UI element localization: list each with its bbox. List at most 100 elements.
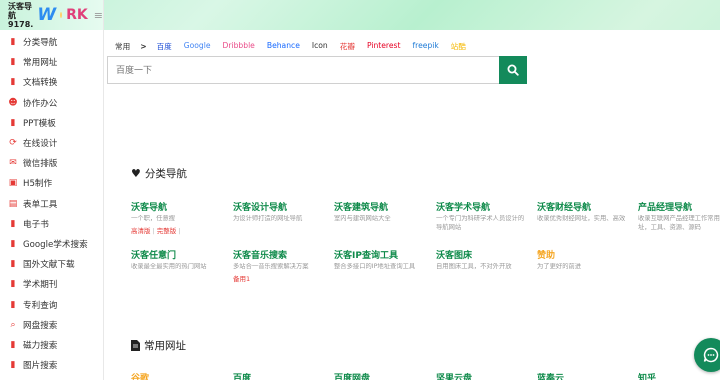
card-tag-link[interactable]: 备用1 bbox=[233, 275, 250, 283]
chat-icon bbox=[703, 347, 719, 363]
ebook-icon: ▮ bbox=[10, 218, 16, 229]
card-tags: 备用1 bbox=[233, 273, 325, 283]
card-description: 收录最全最实用的热门网站 bbox=[131, 263, 207, 270]
sidebar-item-label: Google学术搜索 bbox=[23, 239, 88, 250]
sidebar-item[interactable]: ▮ 专利查询 bbox=[0, 294, 103, 314]
sidebar-item-label: H5制作 bbox=[23, 179, 53, 190]
sidebar-item-label: 网盘搜索 bbox=[23, 320, 58, 331]
card-description: 整合多接口的IP地址查询工具 bbox=[334, 263, 416, 270]
category-card[interactable]: 沃客导航 一个职，任意搜 高清版 | 完整版 | bbox=[131, 200, 223, 235]
common-link[interactable]: 百度网盘 bbox=[334, 371, 370, 380]
sidebar-item[interactable]: ▮ PPT模板 bbox=[0, 113, 103, 133]
card-title[interactable]: 沃客图床 bbox=[436, 248, 528, 261]
sidebar-item[interactable]: ⌕ 网盘搜索 bbox=[0, 315, 103, 335]
tag-separator: | bbox=[178, 227, 181, 235]
search-tab[interactable]: 百度 bbox=[157, 41, 172, 52]
card-title[interactable]: 沃客导航 bbox=[131, 200, 223, 213]
journal-icon: ▮ bbox=[10, 279, 16, 290]
logo-w: W bbox=[37, 5, 57, 25]
card-title[interactable]: 沃客设计导航 bbox=[233, 200, 325, 213]
sidebar-item[interactable]: ▮ 学术期刊 bbox=[0, 274, 103, 294]
section-title-text: 常用网址 bbox=[144, 340, 186, 352]
sidebar-item[interactable]: ▮ 磁力搜索 bbox=[0, 335, 103, 355]
category-card[interactable]: 沃客图床自用图床工具，不对外开放 bbox=[436, 248, 528, 280]
search-input[interactable] bbox=[107, 56, 499, 84]
sidebar-item[interactable]: ✉ 微信排版 bbox=[0, 153, 103, 173]
chat-button[interactable] bbox=[694, 338, 720, 372]
menu-icon[interactable]: ≡ bbox=[94, 9, 103, 22]
card-description: 一个职，任意搜 bbox=[131, 215, 176, 222]
card-title[interactable]: 沃客财经导航 bbox=[537, 200, 629, 213]
heart-icon: ♥ bbox=[131, 167, 141, 180]
card-tags: 高清版 | 完整版 | bbox=[131, 225, 223, 235]
book-icon: ▮ bbox=[10, 238, 16, 249]
card-description: 为设计师打造的网址导航 bbox=[233, 215, 303, 222]
sidebar-item[interactable]: ▮ 常用网址 bbox=[0, 52, 103, 72]
search-icon bbox=[507, 64, 519, 76]
sidebar-item-label: 专利查询 bbox=[23, 300, 58, 311]
search-tab[interactable]: Dribbble bbox=[223, 41, 255, 52]
common-link[interactable]: 百度 bbox=[233, 371, 251, 380]
sidebar-item-label: 分类导航 bbox=[23, 38, 58, 49]
search-tabs: 常用 > 百度 Google Dribbble Behance Icon 花瓣 Pinter… bbox=[115, 41, 478, 52]
category-card[interactable]: 产品经理导航 收录互联网产品经理工作常用网址，工具、资源、源码 bbox=[638, 200, 720, 232]
logo-dot-icon bbox=[60, 12, 63, 18]
search-tab[interactable]: Google bbox=[184, 41, 211, 52]
card-description: 自用图床工具，不对外开放 bbox=[436, 263, 512, 270]
sidebar-item[interactable]: ▮ Google学术搜索 bbox=[0, 234, 103, 254]
section-title-text: 分类导航 bbox=[144, 168, 187, 180]
section-title-links: 常用网址 bbox=[131, 338, 186, 353]
search-tab[interactable]: 花瓣 bbox=[340, 41, 355, 52]
category-card[interactable]: 沃客任意门收录最全最实用的热门网站 bbox=[131, 248, 223, 280]
card-title[interactable]: 沃客音乐搜索 bbox=[233, 248, 325, 261]
common-link[interactable]: 蓝奏云 bbox=[537, 371, 564, 380]
sidebar-item[interactable]: ▮ 分类导航 bbox=[0, 32, 103, 52]
category-card[interactable]: 沃客IP查询工具整合多接口的IP地址查询工具 bbox=[334, 248, 426, 280]
users-icon: ☻ bbox=[8, 97, 18, 108]
search-tab[interactable]: freepik bbox=[412, 41, 438, 52]
image-icon: ▮ bbox=[10, 360, 16, 371]
sidebar-item[interactable]: ▣ H5制作 bbox=[0, 173, 103, 193]
sidebar-item[interactable]: ▤ 表单工具 bbox=[0, 194, 103, 214]
common-link[interactable]: 知乎 bbox=[638, 371, 656, 380]
search-tab[interactable]: Icon bbox=[312, 41, 328, 52]
download-icon: ▮ bbox=[10, 259, 16, 270]
card-tag-link[interactable]: 高清版 bbox=[131, 227, 151, 235]
logo[interactable]: 沃客导航 9178. W RK ≡ bbox=[0, 0, 103, 30]
card-title[interactable]: 赞助 bbox=[537, 248, 629, 261]
sidebar-item[interactable]: ☻ 协作办公 bbox=[0, 93, 103, 113]
card-title[interactable]: 沃客学术导航 bbox=[436, 200, 528, 213]
category-card[interactable]: 沃客音乐搜索 多站合一音乐搜索解决方案 备用1 bbox=[233, 248, 325, 283]
sidebar-item[interactable]: ▮ 文档转换 bbox=[0, 72, 103, 92]
search-tab[interactable]: Pinterest bbox=[367, 41, 401, 52]
card-title[interactable]: 沃客建筑导航 bbox=[334, 200, 426, 213]
common-link[interactable]: 谷歌 bbox=[131, 371, 149, 380]
category-card[interactable]: 沃客建筑导航 室内与建筑网站大全 bbox=[334, 200, 426, 232]
card-tag-link[interactable]: 完整版 bbox=[157, 227, 177, 235]
sidebar-item[interactable]: ▮ 国外文献下载 bbox=[0, 254, 103, 274]
section-title-categories: ♥ 分类导航 bbox=[131, 166, 187, 181]
sidebar-item[interactable]: ⟳ 在线设计 bbox=[0, 133, 103, 153]
category-card[interactable]: 沃客设计导航为设计师打造的网址导航 bbox=[233, 200, 325, 232]
sidebar-item[interactable]: ▮ 图片搜索 bbox=[0, 355, 103, 375]
card-title[interactable]: 沃客IP查询工具 bbox=[334, 248, 426, 261]
search-tab[interactable]: Behance bbox=[267, 41, 300, 52]
card-title[interactable]: 沃客任意门 bbox=[131, 248, 223, 261]
common-link[interactable]: 坚果云盘 bbox=[436, 371, 472, 380]
card-title[interactable]: 产品经理导航 bbox=[638, 200, 720, 213]
sidebar-item-label: 在线设计 bbox=[23, 139, 58, 150]
logo-text: 沃客导航 9178. bbox=[8, 2, 33, 29]
sidebar-item-label: 常用网址 bbox=[23, 58, 58, 69]
sidebar-item[interactable]: ▮ 电子书 bbox=[0, 214, 103, 234]
sidebar-item-label: 文档转换 bbox=[23, 78, 58, 89]
category-card[interactable]: 沃客财经导航 收录优秀财经网址，实用、高效 bbox=[537, 200, 629, 232]
search-button[interactable] bbox=[499, 56, 527, 84]
h5-icon: ▣ bbox=[8, 178, 18, 189]
file-icon: ▮ bbox=[10, 57, 16, 68]
category-card[interactable]: 沃客学术导航 一个专门为科研学术人员设计的导航网站 bbox=[436, 200, 528, 232]
bookmark-icon: ▮ bbox=[10, 37, 16, 48]
sidebar: 沃客导航 9178. W RK ≡ ▮ 分类导航 ▮ 常用网址 ▮ 文档转换 ☻ 协作办公 ▮ P… bbox=[0, 0, 104, 380]
category-card[interactable]: 赞助 为了更好的前进 bbox=[537, 248, 629, 280]
logo-line2: 9178. bbox=[8, 19, 34, 29]
search-tab[interactable]: 站酷 bbox=[451, 41, 466, 52]
